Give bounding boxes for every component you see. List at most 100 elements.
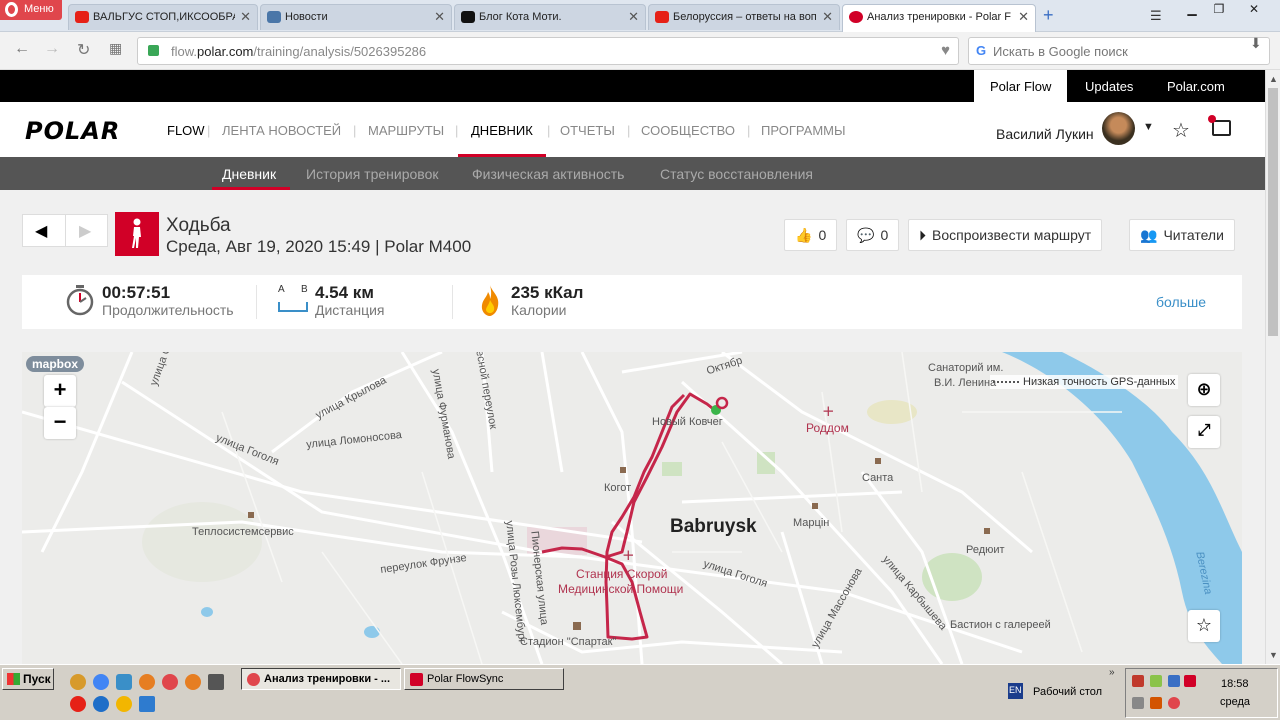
topbar-link-polar-flow[interactable]: Polar Flow — [974, 70, 1068, 102]
close-tab-icon[interactable]: ✕ — [1018, 9, 1029, 25]
nav-item-community[interactable]: СООБЩЕСТВО — [641, 123, 735, 138]
toolbar-expand-icon[interactable]: » — [1109, 667, 1115, 678]
like-button[interactable]: 👍 0 — [784, 219, 838, 251]
reload-icon[interactable]: ↻ — [77, 40, 90, 60]
next-session-icon[interactable]: ▶ — [79, 221, 91, 241]
ie-icon[interactable] — [93, 696, 109, 712]
nav-item-news-feed[interactable]: ЛЕНТА НОВОСТЕЙ — [222, 123, 341, 138]
subnav-item-diary[interactable]: Дневник — [222, 166, 276, 182]
yandex-icon[interactable] — [70, 696, 86, 712]
mapbox-logo[interactable]: mapbox — [26, 356, 85, 372]
browser-tab[interactable]: Новости ✕ — [260, 4, 452, 30]
route-map[interactable]: + + mapbox + − Низкая точность GPS-данны… — [22, 352, 1242, 664]
close-tab-icon[interactable]: ✕ — [240, 9, 251, 25]
topbar-link-updates[interactable]: Updates — [1069, 70, 1149, 102]
polar-top-bar: Polar Flow Updates Polar.com — [0, 70, 1265, 102]
quicklaunch-app-icon[interactable] — [208, 674, 224, 690]
taskbar-window-browser[interactable]: Анализ тренировки - ... — [241, 668, 401, 690]
user-name[interactable]: Василий Лукин — [996, 126, 1094, 142]
more-link[interactable]: больше — [1156, 294, 1206, 310]
subnav-item-recovery[interactable]: Статус восстановления — [660, 166, 813, 182]
avatar[interactable] — [1102, 112, 1135, 145]
taskbar-window-flowsync[interactable]: Polar FlowSync — [404, 668, 564, 690]
polar-logo[interactable]: POLAR — [25, 117, 120, 145]
language-indicator[interactable]: EN — [1008, 683, 1023, 699]
quicklaunch-app-icon[interactable] — [185, 674, 201, 690]
map-poi-label: В.И. Ленина — [934, 377, 997, 389]
new-tab-icon[interactable]: + — [1043, 5, 1054, 26]
tray-icon[interactable] — [1168, 697, 1180, 709]
svg-text:+: + — [622, 546, 635, 564]
replay-route-button[interactable]: ⏵ Воспроизвести маршрут — [908, 219, 1103, 251]
bookmark-heart-icon[interactable]: ♥ — [941, 42, 950, 59]
tray-icon[interactable] — [1150, 675, 1162, 687]
start-label: Пуск — [23, 672, 51, 686]
close-tab-icon[interactable]: ✕ — [434, 9, 445, 25]
nav-item-reports[interactable]: ОТЧЕТЫ — [560, 123, 615, 138]
nav-item-diary[interactable]: ДНЕВНИК — [471, 123, 533, 138]
windows-taskbar: Пуск Анализ тренировки - ... Polar FlowS… — [0, 664, 1280, 720]
tray-icon[interactable] — [1150, 697, 1162, 709]
fullscreen-icon[interactable]: ⤢ — [1188, 416, 1220, 448]
map-poi-label: Теплосистемсервис — [192, 526, 294, 538]
topbar-link-polar-com[interactable]: Polar.com — [1151, 70, 1241, 102]
opera-icon[interactable] — [162, 674, 178, 690]
browser-tab-active[interactable]: Анализ тренировки - Polar F ✕ — [842, 4, 1036, 32]
antivirus-tray-icon[interactable] — [1184, 675, 1196, 687]
readers-button[interactable]: 👥 Читатели — [1129, 219, 1235, 251]
tab-menu-icon[interactable]: ☰ — [1150, 8, 1162, 24]
tray-icon[interactable] — [1132, 697, 1144, 709]
tray-icon[interactable] — [1132, 675, 1144, 687]
nav-separator: | — [747, 123, 751, 138]
browser-tab[interactable]: Блог Кота Моти. ✕ — [454, 4, 646, 30]
back-icon[interactable]: ← — [14, 40, 30, 58]
system-clock[interactable]: 18:58 — [1221, 678, 1249, 690]
browser-tab[interactable]: Белоруссия – ответы на воп ✕ — [648, 4, 840, 30]
desktop-toolbar-label[interactable]: Рабочий стол — [1033, 686, 1102, 698]
quicklaunch-app-icon[interactable] — [70, 674, 86, 690]
google-icon: G — [976, 43, 987, 58]
locate-icon[interactable]: ⊕ — [1188, 374, 1220, 406]
chrome-icon[interactable] — [93, 674, 109, 690]
tray-icon[interactable] — [1168, 675, 1180, 687]
start-button[interactable]: Пуск — [2, 668, 54, 690]
scrollbar-thumb[interactable] — [1268, 88, 1278, 336]
close-window-icon[interactable]: ✕ — [1243, 2, 1265, 16]
previous-session-icon[interactable]: ◀ — [35, 221, 47, 241]
firefox-icon[interactable] — [139, 674, 155, 690]
maximize-icon[interactable]: ❐ — [1208, 2, 1230, 16]
nav-item-programs[interactable]: ПРОГРАММЫ — [761, 123, 846, 138]
notifications-icon[interactable] — [1208, 115, 1231, 136]
subnav-item-training-history[interactable]: История тренировок — [306, 166, 438, 182]
browser-tab[interactable]: ВАЛЬГУС СТОП,ИКСООБРА ✕ — [68, 4, 258, 30]
speed-dial-icon[interactable]: ▦ — [109, 40, 122, 57]
chevron-down-icon[interactable]: ▼ — [1143, 121, 1154, 133]
calories-value: 235 кКал — [511, 283, 584, 302]
close-tab-icon[interactable]: ✕ — [628, 9, 639, 25]
scroll-down-icon[interactable]: ▼ — [1269, 650, 1278, 660]
scroll-up-icon[interactable]: ▲ — [1269, 74, 1278, 84]
comments-button[interactable]: 💬 0 — [846, 219, 900, 251]
forward-icon[interactable]: → — [44, 40, 60, 58]
star-icon[interactable]: ☆ — [1172, 118, 1190, 143]
vk-icon — [267, 11, 281, 23]
map-favorite-icon[interactable]: ☆ — [1188, 610, 1220, 642]
taskbar-window-label: Анализ тренировки - ... — [264, 673, 391, 685]
close-tab-icon[interactable]: ✕ — [822, 9, 833, 25]
quicklaunch-app-icon[interactable] — [116, 696, 132, 712]
nav-item-routes[interactable]: МАРШРУТЫ — [368, 123, 444, 138]
page-scrollbar[interactable]: ▲ ▼ — [1265, 70, 1280, 664]
address-input[interactable]: flow.polar.com/training/analysis/5026395… — [137, 37, 959, 65]
minimize-icon[interactable]: ▁ — [1181, 2, 1203, 16]
nav-separator: | — [627, 123, 631, 138]
quicklaunch-app-icon[interactable] — [116, 674, 132, 690]
google-search-input[interactable]: G Искать в Google поиск — [968, 37, 1270, 65]
people-icon: 👥 — [1140, 227, 1158, 243]
browser-menu-button[interactable]: Меню — [0, 0, 62, 20]
quicklaunch-app-icon[interactable] — [139, 696, 155, 712]
notification-dot — [1208, 115, 1216, 123]
zoom-out-button[interactable]: − — [44, 407, 76, 439]
subnav-item-activity[interactable]: Физическая активность — [472, 166, 624, 182]
download-icon[interactable]: ⬇ — [1250, 35, 1280, 52]
zoom-in-button[interactable]: + — [44, 375, 76, 407]
